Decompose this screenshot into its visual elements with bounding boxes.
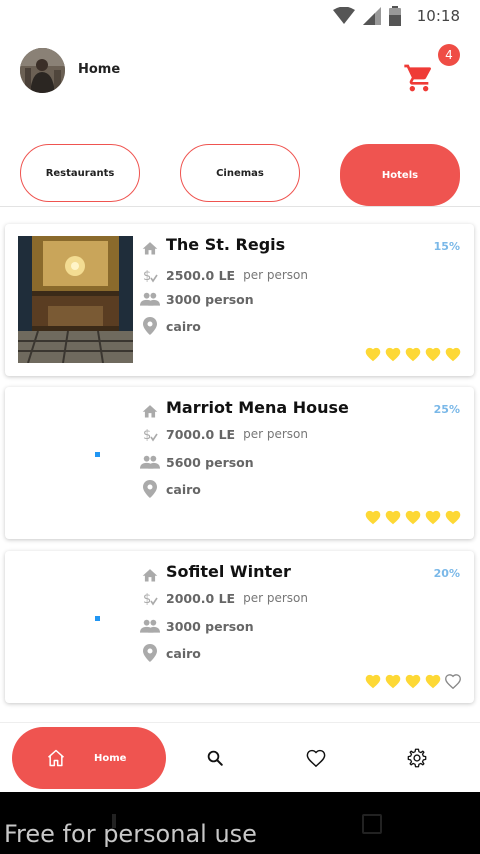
heart-filled-icon bbox=[365, 510, 381, 525]
svg-text:$: $ bbox=[143, 592, 151, 606]
location-value: cairo bbox=[166, 318, 201, 334]
hotel-type-row bbox=[140, 239, 166, 257]
category-tabs: Restaurants Cinemas Hotels bbox=[20, 144, 460, 206]
rating-hearts bbox=[364, 346, 462, 362]
discount-badge: 15% bbox=[433, 240, 460, 253]
nav-favorites-button[interactable] bbox=[305, 747, 327, 769]
hotel-name: The St. Regis bbox=[166, 235, 286, 254]
cart-count-badge: 4 bbox=[438, 44, 460, 66]
svg-text:$: $ bbox=[143, 269, 151, 283]
divider bbox=[0, 206, 480, 207]
location-pin-icon bbox=[140, 317, 160, 335]
capacity-row: 3000 person bbox=[140, 290, 254, 308]
heart-filled-icon bbox=[445, 347, 461, 362]
recents-icon[interactable] bbox=[362, 814, 382, 834]
nav-home-button[interactable]: Home bbox=[12, 727, 166, 789]
price-value: 7000.0 LE bbox=[166, 426, 236, 442]
capacity-row: 3000 person bbox=[140, 617, 254, 635]
category-cinemas[interactable]: Cinemas bbox=[180, 144, 300, 202]
search-icon bbox=[207, 750, 223, 766]
location-value: cairo bbox=[166, 645, 201, 661]
home-icon bbox=[140, 566, 160, 584]
heart-filled-icon bbox=[385, 347, 401, 362]
price-unit: per person bbox=[243, 591, 308, 605]
capacity-value: 5600 person bbox=[166, 454, 254, 470]
capacity-row: 5600 person bbox=[140, 453, 254, 471]
heart-filled-icon bbox=[425, 347, 441, 362]
location-pin-icon bbox=[140, 480, 160, 498]
home-icon bbox=[140, 402, 160, 420]
capacity-value: 3000 person bbox=[166, 618, 254, 634]
bottom-navigation: Home bbox=[0, 722, 480, 792]
hotel-type-row bbox=[140, 402, 166, 420]
hotel-name: Marriot Mena House bbox=[166, 398, 349, 417]
location-pin-icon bbox=[140, 644, 160, 662]
people-icon bbox=[140, 453, 160, 471]
page-title: Home bbox=[78, 62, 121, 77]
location-value: cairo bbox=[166, 481, 201, 497]
price-value: 2000.0 LE bbox=[166, 590, 236, 606]
hotel-card[interactable]: The St. Regis 15% $ 2500.0 LE per person… bbox=[5, 224, 474, 376]
price-icon: $ bbox=[140, 266, 160, 284]
hotel-name: Sofitel Winter bbox=[166, 562, 291, 581]
heart-filled-icon bbox=[365, 347, 381, 362]
price-unit: per person bbox=[243, 427, 308, 441]
avatar[interactable] bbox=[20, 48, 65, 93]
heart-filled-icon bbox=[445, 510, 461, 525]
heart-filled-icon bbox=[425, 510, 441, 525]
location-row: cairo bbox=[140, 644, 201, 662]
people-icon bbox=[140, 617, 160, 635]
heart-filled-icon bbox=[385, 674, 401, 689]
rating-hearts bbox=[364, 673, 462, 689]
price-value: 2500.0 LE bbox=[166, 267, 236, 283]
heart-filled-icon bbox=[405, 674, 421, 689]
header: Home 4 bbox=[20, 44, 460, 94]
home-outline-icon bbox=[48, 749, 64, 767]
home-icon bbox=[140, 239, 160, 257]
category-hotels[interactable]: Hotels bbox=[340, 144, 460, 206]
price-row: $ 2000.0 LE per person bbox=[140, 589, 308, 607]
hotel-card[interactable]: Marriot Mena House 25% $ 7000.0 LE per p… bbox=[5, 387, 474, 539]
battery-icon bbox=[388, 6, 401, 26]
status-bar: 10:18 bbox=[0, 0, 480, 32]
cart-button[interactable] bbox=[402, 62, 436, 94]
heart-filled-icon bbox=[385, 510, 401, 525]
heart-outline-icon bbox=[445, 674, 461, 689]
price-icon: $ bbox=[140, 425, 160, 443]
watermark: Free for personal use bbox=[4, 820, 257, 848]
heart-filled-icon bbox=[405, 347, 421, 362]
people-icon bbox=[140, 290, 160, 308]
capacity-value: 3000 person bbox=[166, 291, 254, 307]
price-row: $ 2500.0 LE per person bbox=[140, 266, 308, 284]
location-row: cairo bbox=[140, 480, 201, 498]
hotel-card[interactable]: Sofitel Winter 20% $ 2000.0 LE per perso… bbox=[5, 551, 474, 703]
heart-icon bbox=[306, 749, 326, 768]
nav-search-button[interactable] bbox=[204, 747, 226, 769]
wifi-icon bbox=[332, 7, 355, 24]
hotel-type-row bbox=[140, 566, 166, 584]
loading-indicator bbox=[95, 452, 100, 457]
hotel-photo bbox=[18, 236, 133, 363]
signal-icon bbox=[362, 7, 381, 25]
gear-icon bbox=[407, 748, 427, 768]
loading-indicator bbox=[95, 616, 100, 621]
category-restaurants[interactable]: Restaurants bbox=[20, 144, 140, 202]
heart-filled-icon bbox=[425, 674, 441, 689]
clock: 10:18 bbox=[416, 7, 460, 25]
nav-settings-button[interactable] bbox=[406, 747, 428, 769]
location-row: cairo bbox=[140, 317, 201, 335]
system-navigation-bar: Free for personal use bbox=[0, 792, 480, 854]
heart-filled-icon bbox=[405, 510, 421, 525]
price-icon: $ bbox=[140, 589, 160, 607]
nav-home-label: Home bbox=[94, 752, 127, 764]
rating-hearts bbox=[364, 509, 462, 525]
svg-text:$: $ bbox=[143, 428, 151, 442]
price-row: $ 7000.0 LE per person bbox=[140, 425, 308, 443]
cart-icon bbox=[404, 64, 432, 92]
discount-badge: 20% bbox=[433, 567, 460, 580]
price-unit: per person bbox=[243, 268, 308, 282]
discount-badge: 25% bbox=[433, 403, 460, 416]
heart-filled-icon bbox=[365, 674, 381, 689]
